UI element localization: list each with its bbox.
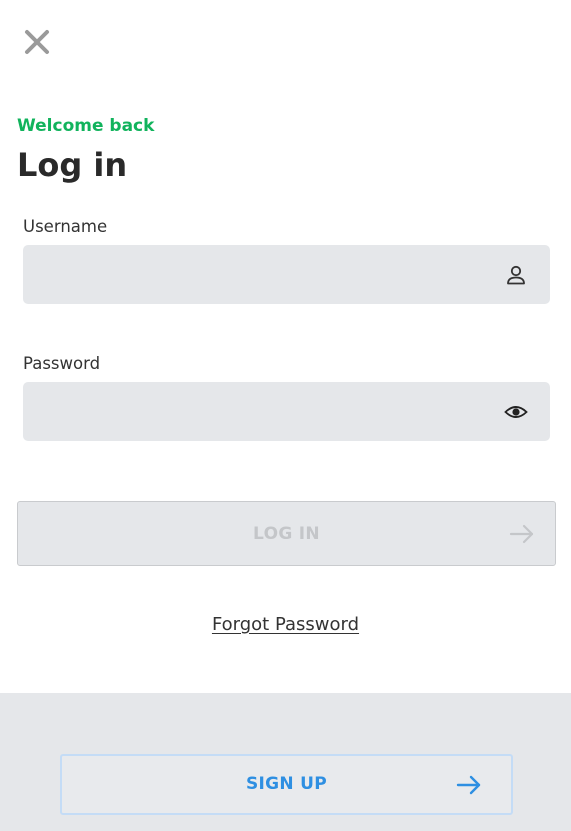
close-icon	[25, 30, 49, 54]
login-page: Welcome back Log in Username Password LO…	[0, 0, 571, 831]
welcome-text: Welcome back	[17, 116, 155, 136]
forgot-password-link[interactable]: Forgot Password	[212, 614, 359, 635]
user-icon	[507, 265, 525, 285]
password-input[interactable]	[23, 382, 550, 441]
username-label: Username	[23, 217, 108, 236]
signup-button-label: SIGN UP	[245, 774, 328, 794]
password-label: Password	[23, 354, 101, 373]
arrow-right-icon	[509, 524, 534, 544]
forgot-password-container: Forgot Password	[0, 614, 571, 635]
page-title: Log in	[17, 146, 128, 184]
signup-button[interactable]: SIGN UP	[60, 754, 513, 815]
eye-icon[interactable]	[504, 400, 528, 424]
signup-panel: SIGN UP	[0, 693, 571, 831]
password-field-container	[23, 382, 550, 441]
arrow-right-icon	[456, 775, 481, 795]
login-button[interactable]: LOG IN	[17, 501, 556, 566]
username-input[interactable]	[23, 245, 550, 304]
username-field-container	[23, 245, 550, 304]
login-button-label: LOG IN	[253, 524, 320, 544]
close-button[interactable]	[22, 27, 52, 57]
